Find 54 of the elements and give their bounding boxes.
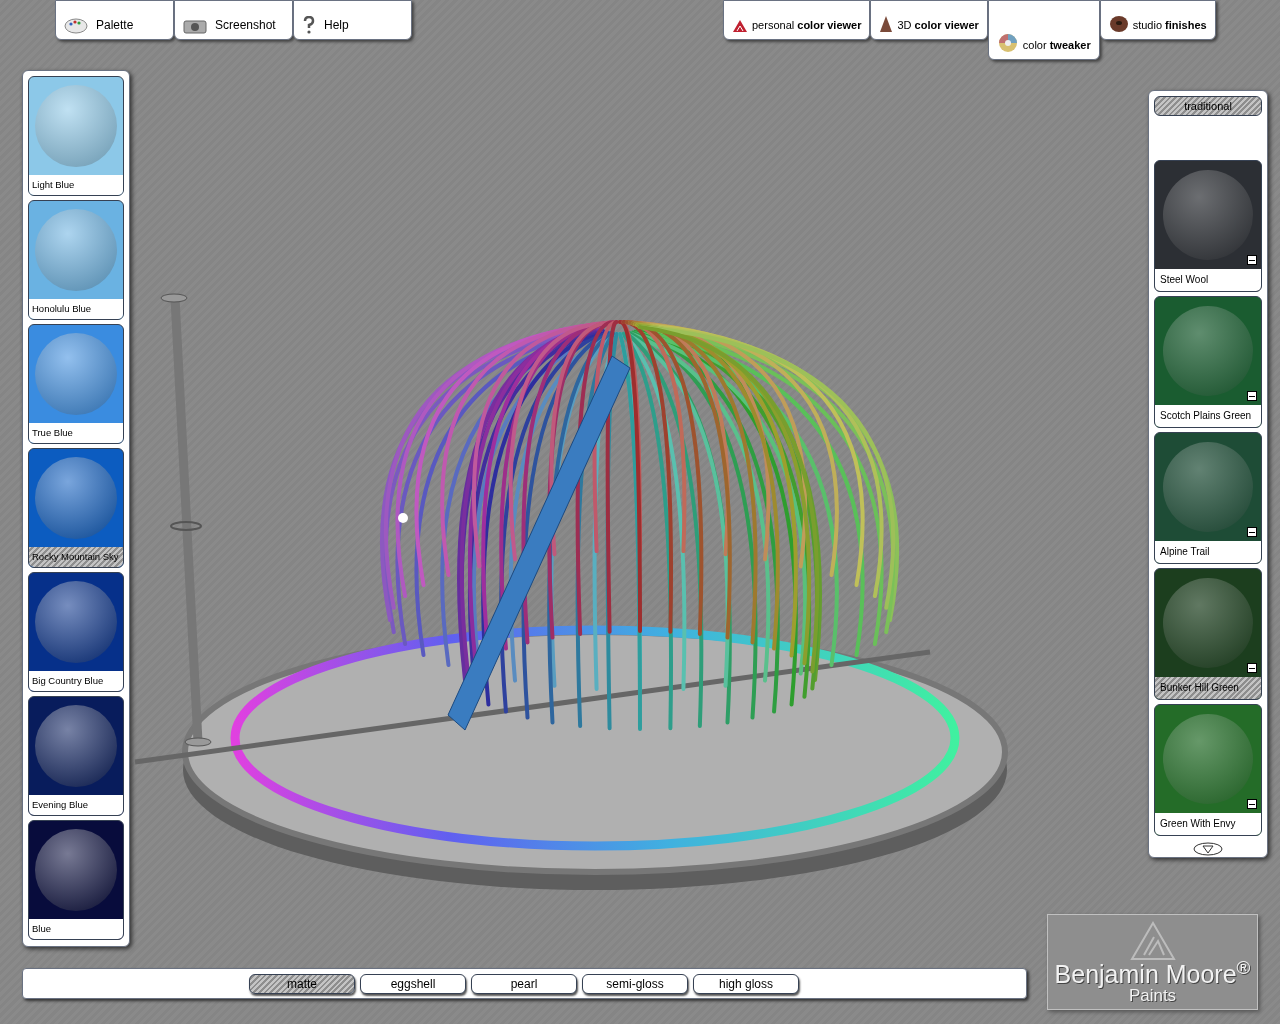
swatch-label: Big Country Blue [29,671,123,691]
swatch-label: Bunker Hill Green [1155,677,1261,699]
question-mark-icon [302,16,316,34]
category-button[interactable]: traditional [1154,96,1262,116]
top-tab[interactable]: personal color viewer [723,0,871,40]
swatch-label: Blue [29,919,123,939]
color-swatch[interactable]: Honolulu Blue [28,200,124,320]
top-tab[interactable]: Screenshot [174,0,293,40]
brand-name: Benjamin Moore$^{®}$ [1054,961,1251,987]
color-wheel-icon [996,33,1019,53]
top-tab[interactable]: 3D color viewer [870,0,988,40]
top-tab[interactable]: Help [293,0,412,40]
donut-icon [1108,15,1129,33]
swatch-label: Alpine Trail [1155,541,1261,563]
minus-icon[interactable] [1247,527,1257,537]
color-swatch[interactable]: Bunker Hill Green [1154,568,1262,700]
color-swatch[interactable]: True Blue [28,324,124,444]
minus-icon[interactable] [1247,799,1257,809]
camera-icon [183,18,207,34]
color-swatch[interactable]: Alpine Trail [1154,432,1262,564]
minus-icon[interactable] [1247,255,1257,265]
color-swatch[interactable]: Big Country Blue [28,572,124,692]
3d-color-sphere-drawing[interactable] [134,293,1008,890]
swatch-label: Rocky Mountain Sky [29,547,123,567]
minus-icon[interactable] [1247,391,1257,401]
swatch-label: Steel Wool [1155,269,1261,291]
color-swatch[interactable]: Green With Envy [1154,704,1262,836]
swatch-label: Honolulu Blue [29,299,123,319]
color-swatch[interactable]: Light Blue [28,76,124,196]
color-swatch[interactable]: Blue [28,820,124,940]
triangle-logo-icon [732,19,748,33]
color-swatch[interactable]: Scotch Plains Green [1154,296,1262,428]
swatch-label: Evening Blue [29,795,123,815]
palette-icon [64,18,88,34]
top-tab[interactable]: color tweaker [987,0,1100,60]
swatch-label: Scotch Plains Green [1155,405,1261,427]
triangle-logo-icon [1129,921,1176,961]
swatch-label: Green With Envy [1155,813,1261,835]
brand-subtitle: Paints [1128,987,1177,1005]
finish-button[interactable]: pearl [471,973,577,994]
swatch-label: True Blue [29,423,123,443]
color-swatch[interactable]: Steel Wool [1154,160,1262,292]
finish-button[interactable]: semi-gloss [582,973,688,994]
minus-icon[interactable] [1247,663,1257,673]
swatch-label: Light Blue [29,175,123,195]
scroll-down-button[interactable] [1193,842,1223,856]
finish-button[interactable]: high gloss [693,973,799,994]
color-swatch[interactable]: Rocky Mountain Sky [28,448,124,568]
finish-button[interactable]: matte [249,973,355,994]
finish-button[interactable]: eggshell [360,973,466,994]
top-tab[interactable]: studio finishes [1099,0,1216,40]
color-swatch[interactable]: Evening Blue [28,696,124,816]
top-tab[interactable]: Palette [55,0,174,40]
cone-icon [879,15,894,33]
